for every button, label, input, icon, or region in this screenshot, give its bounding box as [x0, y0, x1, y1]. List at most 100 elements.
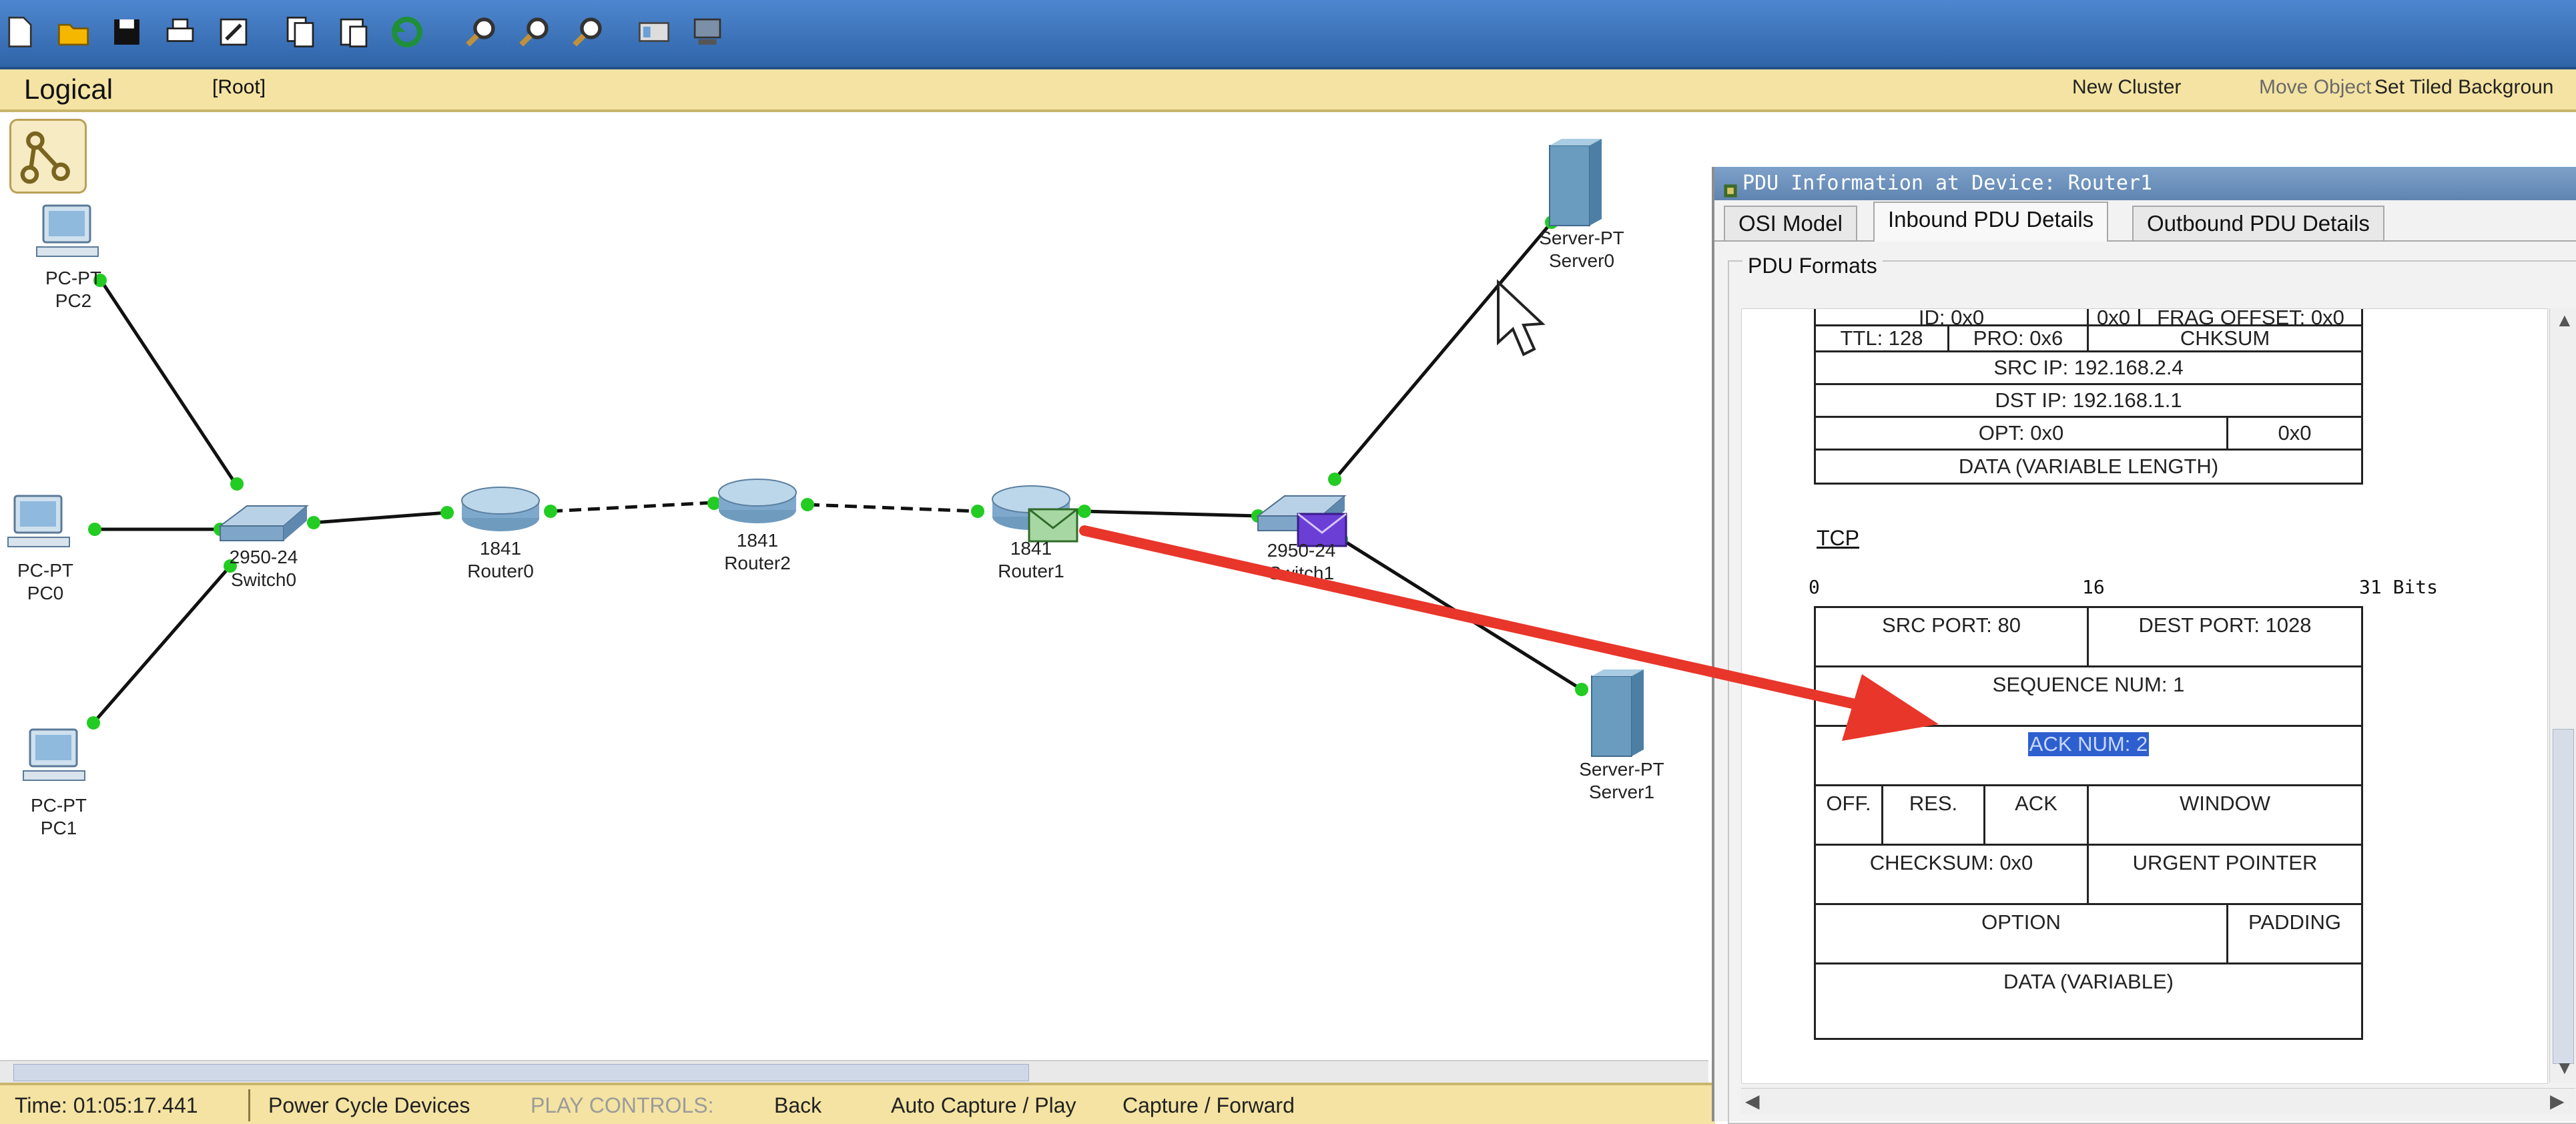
- tcp-ack-num-cell[interactable]: ACK NUM: 2: [1814, 725, 2363, 786]
- pc-icon[interactable]: [7, 495, 70, 547]
- new-icon[interactable]: [0, 12, 40, 52]
- ip-checksum-cell: CHKSUM: [2087, 324, 2363, 352]
- tcp-section-label: TCP: [1817, 526, 1859, 550]
- ip-opt-padding-cell: 0x0: [2226, 416, 2363, 451]
- link-router2-router1: [807, 503, 978, 513]
- paste-icon[interactable]: [334, 12, 374, 52]
- edit-icon[interactable]: [214, 12, 254, 52]
- ip-ttl-cell: TTL: 128: [1814, 324, 1949, 352]
- router0-label: 1841 Router0: [467, 538, 534, 581]
- root-breadcrumb[interactable]: [Root]: [212, 76, 266, 99]
- pc1-label: PC-PT PC1: [31, 795, 87, 838]
- router2-label: 1841 Router2: [724, 530, 791, 573]
- scroll-up-icon[interactable]: ▲: [2555, 310, 2574, 331]
- canvas-horizontal-scrollbar[interactable]: [0, 1060, 1708, 1084]
- pdu-envelope-icon[interactable]: [1028, 508, 1078, 543]
- link-router1-switch1: [1084, 509, 1259, 518]
- zoom-reset-icon[interactable]: [514, 12, 554, 52]
- auto-capture-play-button[interactable]: Auto Capture / Play: [891, 1093, 1076, 1118]
- scroll-left-icon[interactable]: ◀: [1745, 1090, 1760, 1112]
- router-icon[interactable]: [461, 487, 540, 531]
- switch1-label: 2950-24 Switch1: [1267, 540, 1336, 583]
- switch-icon[interactable]: [218, 505, 309, 541]
- zoom-in-icon[interactable]: [460, 12, 501, 52]
- tab-inbound-pdu-details[interactable]: Inbound PDU Details: [1873, 202, 2109, 242]
- ip-opt-cell: OPT: 0x0: [1814, 416, 2228, 451]
- ip-protocol-cell: PRO: 0x6: [1947, 324, 2089, 352]
- mouse-cursor-icon: [1497, 279, 1546, 356]
- new-cluster-button[interactable]: New Cluster: [2072, 76, 2181, 99]
- ip-frag-offset-cell: FRAG OFFSET: 0x0: [2138, 309, 2363, 329]
- bit-16-label: 16: [2082, 576, 2105, 598]
- server-icon[interactable]: [1549, 139, 1602, 226]
- server-icon[interactable]: [1591, 669, 1644, 757]
- server0-label: Server-PT Server0: [1539, 228, 1624, 271]
- pdu-formats-view[interactable]: ID: 0x0 0x0 FRAG OFFSET: 0x0 TTL: 128 PR…: [1741, 308, 2548, 1084]
- pc-icon[interactable]: [36, 204, 99, 257]
- router-icon[interactable]: [718, 479, 797, 523]
- router1-label: 1841 Router1: [998, 538, 1064, 581]
- pdu-tabs: OSI Model Inbound PDU Details Outbound P…: [1714, 200, 2576, 242]
- capture-forward-button[interactable]: Capture / Forward: [1122, 1093, 1295, 1118]
- tcp-dest-port-cell: DEST PORT: 1028: [2087, 606, 2363, 667]
- pc2-label: PC-PT PC2: [45, 268, 101, 311]
- server1-label: Server-PT Server1: [1579, 759, 1664, 802]
- link-router0-router2: [550, 501, 715, 513]
- main-toolbar: [0, 0, 2576, 69]
- pc0-label: PC-PT PC0: [17, 560, 73, 603]
- save-icon[interactable]: [107, 12, 147, 52]
- tcp-window-cell: WINDOW: [2087, 784, 2363, 846]
- power-cycle-devices-button[interactable]: Power Cycle Devices: [268, 1093, 470, 1118]
- links: [92, 221, 1583, 724]
- open-icon[interactable]: [53, 12, 93, 52]
- tcp-checksum-cell: CHECKSUM: 0x0: [1814, 844, 2089, 905]
- link-switch1-server1: [1340, 537, 1583, 691]
- canvas-scroll-thumb[interactable]: [13, 1064, 1029, 1081]
- bit-0-label: 0: [1809, 576, 1820, 598]
- tcp-urgent-pointer-cell: URGENT POINTER: [2087, 844, 2363, 905]
- topology-canvas[interactable]: PC-PT PC2 PC-PT PC0 PC-PT PC1 2950-24 Switch…: [0, 112, 1708, 1060]
- logical-tab-label[interactable]: Logical: [24, 73, 113, 105]
- tab-osi-model[interactable]: OSI Model: [1724, 206, 1857, 240]
- move-object-button[interactable]: Move Object: [2259, 76, 2371, 99]
- tcp-sequence-cell: SEQUENCE NUM: 1: [1814, 665, 2363, 727]
- ip-dst-cell: DST IP: 192.168.1.1: [1814, 383, 2363, 418]
- tab-outbound-pdu-details[interactable]: Outbound PDU Details: [2132, 206, 2384, 240]
- print-icon[interactable]: [160, 12, 200, 52]
- ip-id-cell: ID: 0x0: [1814, 309, 2089, 329]
- pdu-information-dialog: PDU Information at Device: Router1 OSI M…: [1712, 167, 2576, 1124]
- set-tiled-background-button[interactable]: Set Tiled Backgroun: [2374, 76, 2554, 99]
- simulation-time: Time: 01:05:17.441: [15, 1093, 198, 1117]
- pdu-horizontal-scrollbar[interactable]: ◀ ▶: [1741, 1088, 2575, 1114]
- pdu-formats-label: PDU Formats: [1742, 254, 1883, 278]
- ack-num-selection: ACK NUM: 2: [2027, 732, 2150, 756]
- pdu-scroll-thumb[interactable]: [2553, 729, 2574, 1064]
- tcp-data-cell: DATA (VARIABLE): [1814, 962, 2363, 1040]
- status-separator: [248, 1089, 250, 1121]
- ip-flags-cell: 0x0: [2087, 309, 2140, 329]
- undo-icon[interactable]: [387, 12, 427, 52]
- tcp-reserved-cell: RES.: [1881, 784, 1985, 846]
- play-controls-label: PLAY CONTROLS:: [531, 1093, 714, 1117]
- bit-31-label: 31 Bits: [2359, 576, 2439, 598]
- scroll-down-icon[interactable]: ▼: [2555, 1057, 2574, 1079]
- tcp-offset-cell: OFF.: [1814, 784, 1883, 846]
- packet-tracer-icon: [1722, 176, 1738, 198]
- ip-data-cell: DATA (VARIABLE LENGTH): [1814, 449, 2363, 485]
- device-icon[interactable]: [687, 12, 727, 52]
- pdu-dialog-titlebar[interactable]: PDU Information at Device: Router1: [1714, 167, 2576, 200]
- tcp-option-cell: OPTION: [1814, 903, 2228, 964]
- zoom-out-icon[interactable]: [567, 12, 607, 52]
- pc-icon[interactable]: [23, 728, 85, 781]
- back-button[interactable]: Back: [774, 1093, 822, 1118]
- copy-icon[interactable]: [280, 12, 320, 52]
- scroll-right-icon[interactable]: ▶: [2550, 1090, 2565, 1112]
- tcp-src-port-cell: SRC PORT: 80: [1814, 606, 2089, 667]
- ip-src-cell: SRC IP: 192.168.2.4: [1814, 350, 2363, 385]
- pdu-vertical-scrollbar[interactable]: ▲ ▼: [2549, 308, 2576, 1083]
- logical-view-icon[interactable]: [9, 119, 87, 194]
- palette-icon[interactable]: [634, 12, 674, 52]
- switch0-label: 2950-24 Switch0: [229, 547, 298, 590]
- pdu-dialog-title: PDU Information at Device: Router1: [1742, 172, 2153, 195]
- link-status-dots: [87, 216, 1588, 730]
